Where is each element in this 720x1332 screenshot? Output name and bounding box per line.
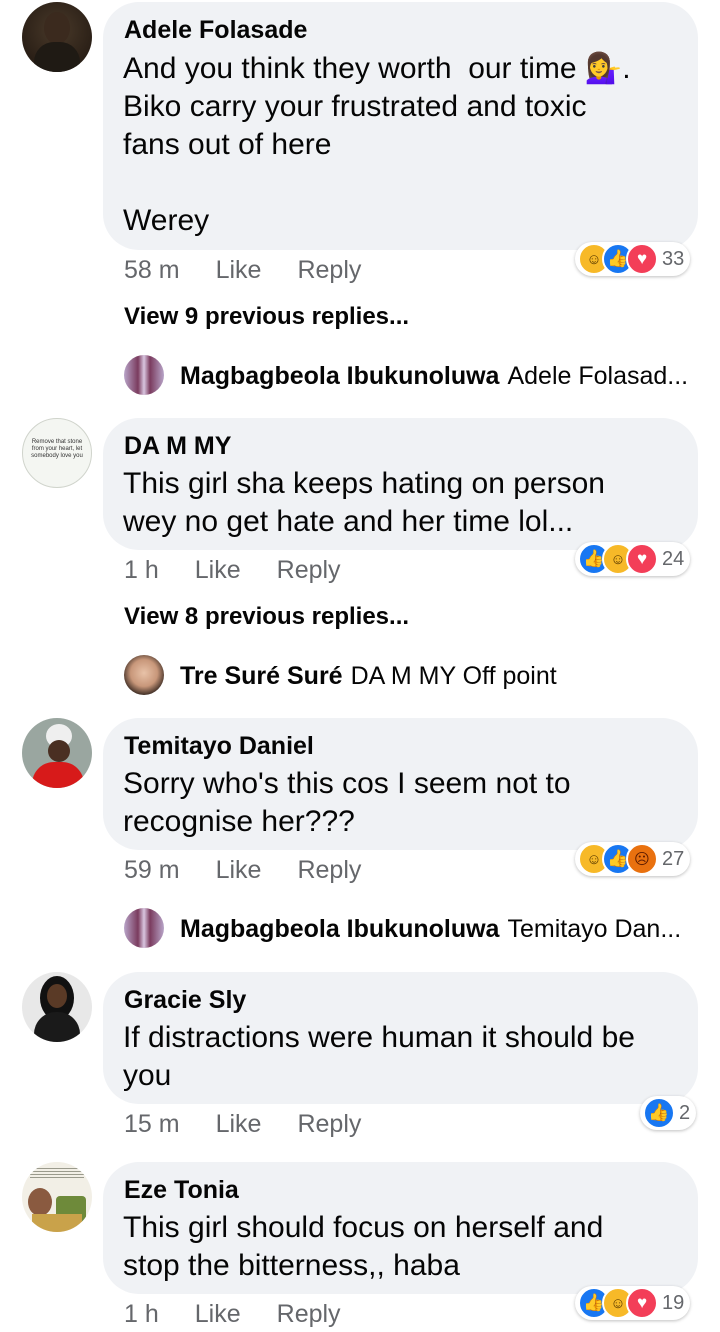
- comment-text: And you think they worth our time 💁‍♀️. …: [123, 52, 631, 237]
- reply-button[interactable]: Reply: [277, 556, 341, 585]
- avatar[interactable]: [22, 718, 92, 788]
- comment-text: This girl should focus on herself and st…: [123, 1211, 604, 1282]
- like-button[interactable]: Like: [216, 1110, 262, 1139]
- reply-text: Temitayo Dan...: [507, 915, 682, 943]
- reaction-count: 2: [679, 1101, 691, 1124]
- comment-author[interactable]: Gracie Sly: [124, 986, 246, 1015]
- reply-text: Adele Folasad...: [507, 362, 689, 390]
- love-icon: ♥: [626, 543, 658, 575]
- like-button[interactable]: Like: [216, 256, 262, 285]
- reply-author[interactable]: Tre Suré Suré: [180, 662, 343, 690]
- comment-time: 1 h: [124, 1300, 159, 1328]
- reply-preview[interactable]: Tre Suré Suré DA M MY Off point: [180, 662, 557, 691]
- comment-actions: 59 m Like Reply: [124, 856, 397, 885]
- comment-text: If distractions were human it should be …: [123, 1021, 635, 1092]
- like-icon: 👍: [643, 1097, 675, 1129]
- comment-actions: 1 h Like Reply: [124, 556, 377, 585]
- reaction-count: 19: [662, 1291, 685, 1314]
- comment-time: 59 m: [124, 856, 180, 884]
- angry-icon: ☹: [626, 843, 658, 875]
- like-button[interactable]: Like: [195, 556, 241, 585]
- comment-author[interactable]: Adele Folasade: [124, 16, 307, 45]
- reaction-count: 27: [662, 847, 685, 870]
- comment-author[interactable]: Eze Tonia: [124, 1176, 239, 1205]
- reply-text: DA M MY Off point: [350, 662, 557, 690]
- love-icon: ♥: [626, 1287, 658, 1319]
- comment-author[interactable]: Temitayo Daniel: [124, 732, 314, 761]
- reaction-summary[interactable]: 👍 ☺ ♥ 19: [575, 1286, 691, 1320]
- avatar[interactable]: Remove that stone from your heart, let s…: [22, 418, 92, 488]
- reaction-count: 33: [662, 247, 685, 270]
- avatar[interactable]: [22, 972, 92, 1042]
- reaction-summary[interactable]: 👍 2: [640, 1096, 697, 1130]
- reply-preview[interactable]: Magbagbeola Ibukunoluwa Temitayo Dan...: [180, 915, 681, 944]
- reply-author[interactable]: Magbagbeola Ibukunoluwa: [180, 362, 499, 390]
- comment-actions: 15 m Like Reply: [124, 1110, 397, 1139]
- reply-avatar[interactable]: [124, 908, 164, 948]
- comment-actions: 58 m Like Reply: [124, 256, 397, 285]
- reply-button[interactable]: Reply: [297, 1110, 361, 1139]
- comment-time: 15 m: [124, 1110, 180, 1138]
- comment-actions: 1 h Like Reply: [124, 1300, 377, 1329]
- comment-time: 1 h: [124, 556, 159, 584]
- comment-text: Sorry who's this cos I seem not to recog…: [123, 767, 571, 838]
- reply-author[interactable]: Magbagbeola Ibukunoluwa: [180, 915, 499, 943]
- reply-avatar[interactable]: [124, 355, 164, 395]
- reply-button[interactable]: Reply: [277, 1300, 341, 1329]
- reaction-summary[interactable]: ☺ 👍 ♥ 33: [575, 242, 691, 276]
- love-icon: ♥: [626, 243, 658, 275]
- reply-preview[interactable]: Magbagbeola Ibukunoluwa Adele Folasad...: [180, 362, 688, 391]
- avatar[interactable]: [22, 1162, 92, 1232]
- comment-time: 58 m: [124, 256, 180, 284]
- reaction-summary[interactable]: 👍 ☺ ♥ 24: [575, 542, 691, 576]
- reaction-summary[interactable]: ☺ 👍 ☹ 27: [575, 842, 691, 876]
- view-previous-replies[interactable]: View 8 previous replies...: [124, 603, 409, 631]
- comment-text: This girl sha keeps hating on person wey…: [123, 467, 605, 538]
- view-previous-replies[interactable]: View 9 previous replies...: [124, 303, 409, 331]
- reply-button[interactable]: Reply: [297, 256, 361, 285]
- like-button[interactable]: Like: [216, 856, 262, 885]
- reply-button[interactable]: Reply: [297, 856, 361, 885]
- comment-author[interactable]: DA M MY: [124, 432, 231, 461]
- reaction-count: 24: [662, 547, 685, 570]
- reply-avatar[interactable]: [124, 655, 164, 695]
- like-button[interactable]: Like: [195, 1300, 241, 1329]
- avatar[interactable]: [22, 2, 92, 72]
- avatar-caption: Remove that stone from your heart, let s…: [31, 439, 83, 459]
